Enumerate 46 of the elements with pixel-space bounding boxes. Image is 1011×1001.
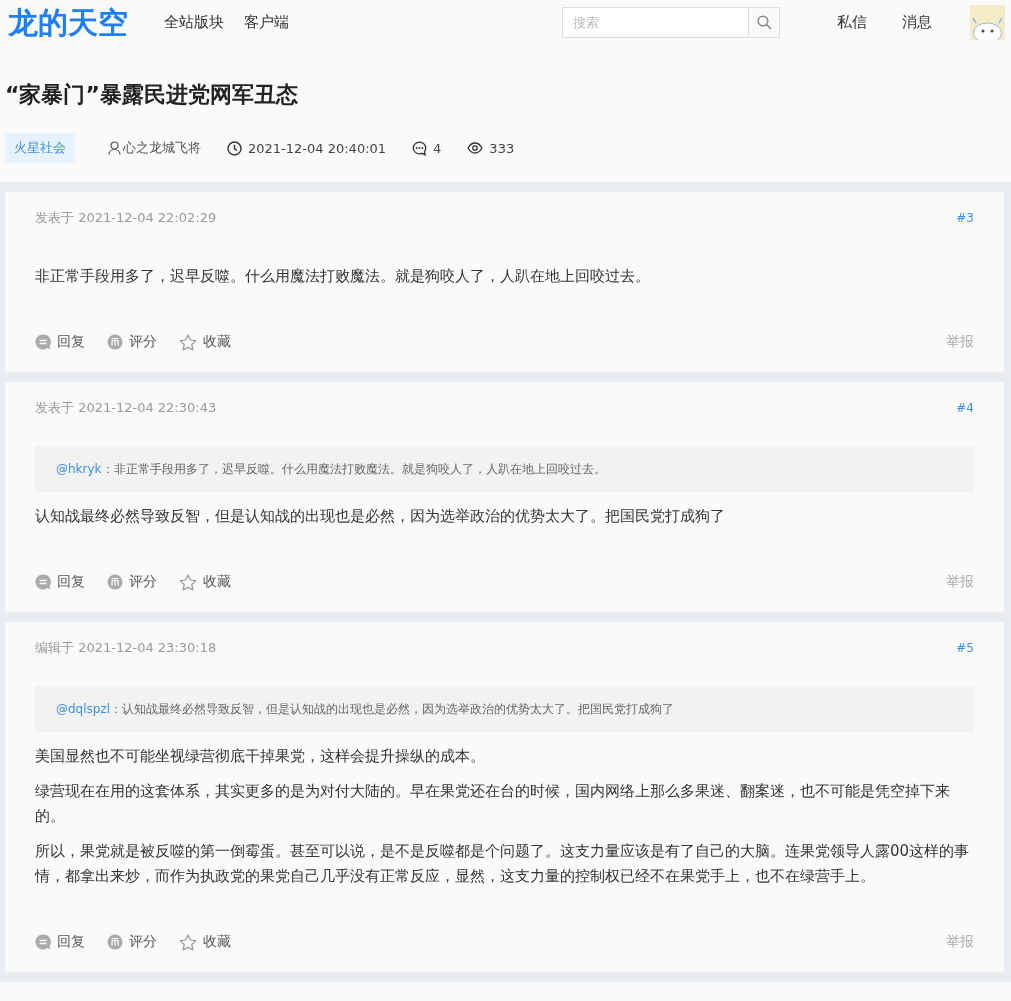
topic-title: “家暴门”暴露民进党网军丑态	[5, 81, 299, 109]
search-button[interactable]	[748, 7, 780, 38]
comment-icon	[412, 140, 428, 156]
star-icon	[179, 333, 197, 351]
rate-action[interactable]: 评分	[107, 333, 157, 351]
favorite-action[interactable]: 收藏	[179, 333, 231, 351]
reply-count: 4	[433, 140, 442, 156]
avatar-icon[interactable]	[970, 5, 1005, 40]
quote-text: @dqlspzl：认知战最终必然导致反智，但是认知战的出现也是必然，因为选举政治的优势太大了。把国民党打成狗了	[56, 700, 675, 718]
favorite-action[interactable]: 收藏	[179, 573, 231, 591]
coin-icon	[107, 334, 123, 350]
star-icon	[179, 933, 197, 951]
search-field[interactable]: 搜索	[562, 7, 748, 38]
reply-icon	[35, 574, 51, 590]
coin-icon	[107, 934, 123, 950]
search-icon	[756, 15, 772, 30]
post-date: 编辑于 2021-12-04 23:30:18	[35, 639, 217, 657]
author-name[interactable]: 心之龙城飞将	[123, 139, 201, 157]
reply-icon	[35, 934, 51, 950]
rate-action[interactable]: 评分	[107, 933, 157, 951]
view-count: 333	[489, 140, 515, 156]
reply-action[interactable]: 回复	[35, 933, 85, 951]
site-logo[interactable]: 龙的天空	[5, 2, 131, 43]
post-time: 2021-12-04 20:40:01	[248, 140, 387, 156]
reply-icon	[35, 334, 51, 350]
post-date: 发表于 2021-12-04 22:02:29	[35, 209, 217, 227]
post-paragraph: 美国显然也不可能坐视绿营彻底干掉果党，这样会提升操纵的成本。	[35, 746, 486, 767]
star-icon	[179, 573, 197, 591]
post-paragraph: 绿营现在在用的这套体系，其实更多的是为对付大陆的。早在果党还在台的时候，国内网络上那么多果迷、翻案迷，也不可能是凭空掉下来的。	[35, 781, 951, 827]
reply-action[interactable]: 回复	[35, 333, 85, 351]
coin-icon	[107, 574, 123, 590]
rate-action[interactable]: 评分	[107, 573, 157, 591]
quote-text: @hkryk：非正常手段用多了，迟早反噬。什么用魔法打败魔法。就是狗咬人了，人趴在地上回咬过去。	[56, 460, 606, 478]
header-link[interactable]: 消息	[902, 13, 932, 32]
post-paragraph: 非正常手段用多了，迟早反噬。什么用魔法打败魔法。就是狗咬人了，人趴在地上回咬过去。	[35, 266, 651, 287]
reply-action[interactable]: 回复	[35, 573, 85, 591]
nav-link[interactable]: 客户端	[244, 13, 289, 32]
favorite-action[interactable]: 收藏	[179, 933, 231, 951]
nav-link[interactable]: 全站版块	[164, 13, 224, 32]
post-paragraph: 认知战最终必然导致反智，但是认知战的出现也是必然，因为选举政治的优势太大了。把国民党打成狗了	[35, 506, 726, 527]
person-icon	[108, 141, 121, 155]
post-paragraph: 所以，果党就是被反噬的第一倒霉蛋。甚至可以说，是不是反噬都是个问题了。这支力量应该是有了自己的大脑。连果党领导人露00这样的事情，都拿出来炒，而作为执政党的果党自己几乎没有正常反应，显然，这支力量的控制权已经不在果党手上，也不在绿营手上。	[35, 841, 971, 887]
header-link[interactable]: 私信	[837, 13, 867, 32]
post-date: 发表于 2021-12-04 22:30:43	[35, 399, 217, 417]
clock-icon	[227, 140, 242, 156]
eye-icon	[467, 142, 484, 154]
